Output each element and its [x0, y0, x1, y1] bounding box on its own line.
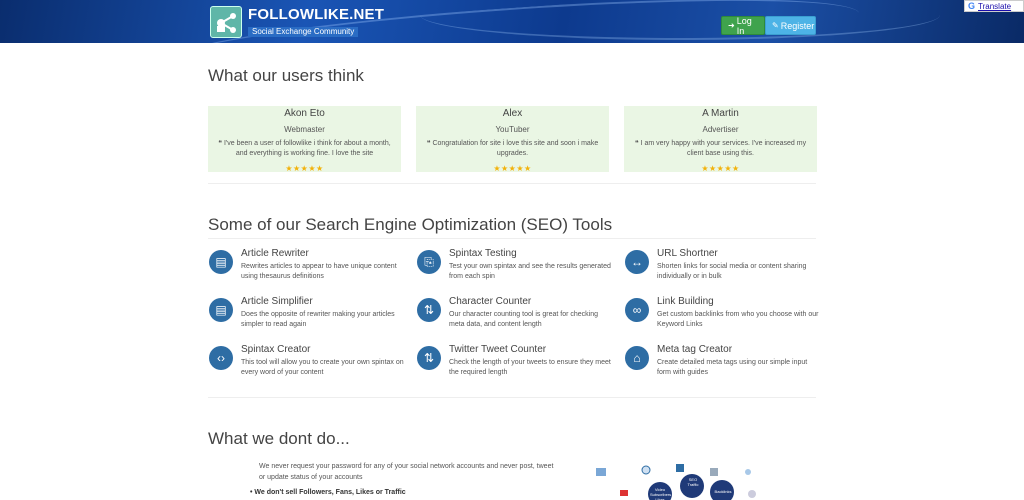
tool-description: Does the opposite of rewriter making you… — [241, 311, 395, 328]
register-button[interactable]: ✎ Register — [765, 16, 816, 35]
tool-title[interactable]: Spintax Testing — [449, 248, 517, 259]
dont-bullet-item: • We don't sell Followers, Fans, Likes o… — [250, 489, 406, 496]
graphic-label: Video Subscribers Likes — [650, 487, 672, 500]
tool-title[interactable]: Article Simplifier — [241, 296, 313, 307]
testimonial-role: YouTuber — [495, 125, 530, 134]
tags-icon: ⌂ — [625, 346, 649, 370]
testimonial-quote-text: I am very happy with your services. I've… — [640, 140, 807, 157]
section-divider — [208, 238, 816, 239]
testimonial-quote: ❝ I am very happy with your services. I'… — [630, 139, 811, 159]
testimonial-name: Akon Eto — [284, 108, 325, 119]
sign-in-icon: ➜ — [728, 21, 735, 30]
arrows-horizontal-icon: ↔ — [625, 250, 649, 274]
tool-character-counter[interactable]: ⇅ Character Counter Our character counti… — [417, 296, 613, 336]
tool-spintax-testing[interactable]: ⎘ Spintax Testing Test your own spintax … — [417, 248, 613, 288]
tool-description: Our character counting tool is great for… — [449, 311, 599, 328]
sort-numeric-icon: ⇅ — [417, 298, 441, 322]
code-file-icon: ⎘ — [417, 250, 441, 274]
testimonial-quote: ❝ I've been a user of followlike i think… — [214, 139, 395, 159]
section-divider — [208, 397, 816, 398]
logo-title: FOLLOWLIKE.NET — [248, 5, 385, 23]
dont-section-heading: What we dont do... — [208, 429, 350, 448]
login-button[interactable]: ➜ Log In — [721, 15, 765, 36]
testimonial-name: A Martin — [702, 108, 739, 119]
tool-description: This tool will allow you to create your … — [241, 359, 404, 376]
testimonial-quote: ❝ Congratulation for site i love this si… — [422, 139, 603, 159]
users-section-heading: What our users think — [208, 66, 364, 85]
logo-icon — [210, 6, 242, 38]
tool-title[interactable]: URL Shortner — [657, 248, 718, 259]
logo-subtitle: Social Exchange Community — [248, 26, 359, 37]
tool-description: Get custom backlinks from who you choose… — [657, 311, 819, 328]
google-translate-button[interactable]: G Translate — [964, 0, 1024, 12]
star-rating: ★★★★★ — [701, 164, 740, 173]
testimonial-quote-text: Congratulation for site i love this site… — [432, 140, 599, 157]
site-logo[interactable]: FOLLOWLIKE.NET Social Exchange Community — [210, 5, 384, 39]
testimonial-card: Alex YouTuber ❝ Congratulation for site … — [416, 106, 609, 173]
graphic-label: SEO Traffic — [687, 477, 699, 487]
tool-title[interactable]: Character Counter — [449, 296, 531, 307]
dont-description: We never request your password for any o… — [259, 463, 554, 481]
star-rating: ★★★★★ — [285, 164, 324, 173]
pencil-icon: ✎ — [772, 21, 779, 30]
login-label: Log In — [736, 15, 752, 36]
tool-title[interactable]: Article Rewriter — [241, 248, 309, 259]
tool-meta-tag-creator[interactable]: ⌂ Meta tag Creator Create detailed meta … — [625, 344, 821, 384]
star-rating: ★★★★★ — [493, 164, 532, 173]
tool-twitter-tweet-counter[interactable]: ⇅ Twitter Tweet Counter Check the length… — [417, 344, 613, 384]
register-label: Register — [780, 20, 815, 31]
code-icon: ‹› — [209, 346, 233, 370]
tool-description: Shorten links for social media or conten… — [657, 263, 807, 280]
link-icon: ∞ — [625, 298, 649, 322]
tool-spintax-creator[interactable]: ‹› Spintax Creator This tool will allow … — [209, 344, 405, 384]
testimonial-card: A Martin Advertiser ❝ I am very happy wi… — [624, 106, 817, 173]
testimonial-role: Advertiser — [702, 125, 739, 134]
tool-title[interactable]: Meta tag Creator — [657, 344, 732, 355]
testimonial-role: Webmaster — [284, 125, 325, 134]
testimonial-card: Akon Eto Webmaster ❝ I've been a user of… — [208, 106, 401, 173]
testimonial-quote-text: I've been a user of followlike i think f… — [224, 140, 391, 157]
tool-description: Rewrites articles to appear to have uniq… — [241, 263, 397, 280]
testimonial-name: Alex — [502, 108, 523, 119]
book-icon: ▤ — [209, 298, 233, 322]
tool-description: Check the length of your tweets to ensur… — [449, 359, 611, 376]
site-header: FOLLOWLIKE.NET Social Exchange Community… — [0, 0, 1024, 43]
tool-description: Create detailed meta tags using our simp… — [657, 359, 808, 376]
seo-section-heading: Some of our Search Engine Optimization (… — [208, 215, 613, 234]
tool-article-rewriter[interactable]: ▤ Article Rewriter Rewrites articles to … — [209, 248, 405, 288]
tool-url-shortner[interactable]: ↔ URL Shortner Shorten links for social … — [625, 248, 821, 288]
sort-numeric-icon: ⇅ — [417, 346, 441, 370]
tool-link-building[interactable]: ∞ Link Building Get custom backlinks fro… — [625, 296, 821, 336]
graphic-label: Backlinks — [714, 489, 732, 494]
tool-article-simplifier[interactable]: ▤ Article Simplifier Does the opposite o… — [209, 296, 405, 336]
google-icon: G — [968, 1, 976, 11]
translate-label: Translate — [978, 1, 1012, 11]
social-network-graphic: SEO Traffic Video Subscribers Likes Back… — [592, 460, 782, 500]
tool-title[interactable]: Spintax Creator — [241, 344, 310, 355]
section-divider — [208, 183, 816, 184]
tool-title[interactable]: Link Building — [657, 296, 714, 307]
tool-title[interactable]: Twitter Tweet Counter — [449, 344, 546, 355]
book-icon: ▤ — [209, 250, 233, 274]
tool-description: Test your own spintax and see the result… — [449, 263, 611, 280]
